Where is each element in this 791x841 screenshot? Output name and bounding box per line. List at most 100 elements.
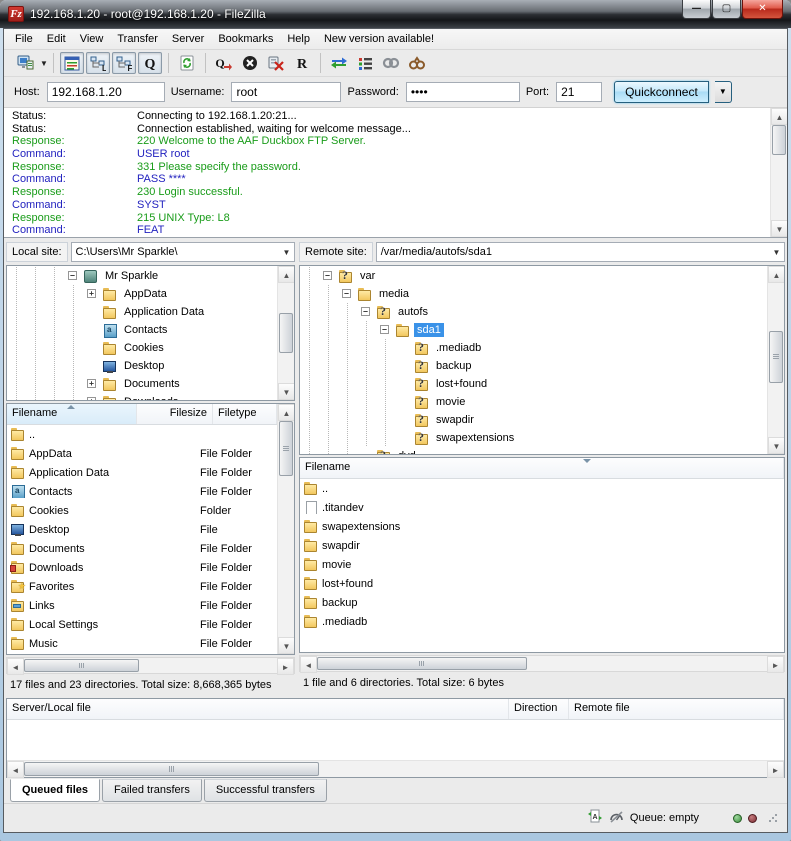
remote-tree-item-media[interactable]: −media (300, 285, 767, 303)
expander-plus-icon[interactable]: + (83, 393, 102, 400)
quickconnect-dropdown-button[interactable]: ▼ (715, 81, 732, 103)
synchronized-browsing-button[interactable] (379, 52, 403, 74)
menu-edit[interactable]: Edit (40, 30, 73, 48)
cancel-button[interactable] (238, 52, 262, 74)
local-tree-item-desktop[interactable]: Desktop (7, 357, 277, 375)
remote-tree-item-sda1[interactable]: −sda1 (300, 321, 767, 339)
local-tree-item-application-data[interactable]: Application Data (7, 303, 277, 321)
scroll-up-icon[interactable]: ▲ (278, 404, 295, 421)
local-file-row-downloads[interactable]: DownloadsFile Folder (7, 558, 277, 577)
column-direction[interactable]: Direction (509, 699, 569, 719)
quickconnect-button[interactable]: Quickconnect (614, 81, 709, 103)
scroll-right-icon[interactable]: ► (767, 656, 784, 673)
local-file-row-application-data[interactable]: Application DataFile Folder (7, 463, 277, 482)
local-file-row-[interactable]: .. (7, 425, 277, 444)
menu-file[interactable]: File (8, 30, 40, 48)
remote-file-row-backup[interactable]: backup (300, 593, 784, 612)
local-tree-item-appdata[interactable]: +AppData (7, 285, 277, 303)
menu-view[interactable]: View (73, 30, 111, 48)
local-file-row-links[interactable]: LinksFile Folder (7, 596, 277, 615)
local-file-row-appdata[interactable]: AppDataFile Folder (7, 444, 277, 463)
tab-queued-files[interactable]: Queued files (10, 779, 100, 802)
menu-bookmarks[interactable]: Bookmarks (211, 30, 280, 48)
remote-file-row-swapdir[interactable]: swapdir (300, 536, 784, 555)
local-tree-item-downloads[interactable]: +Downloads (7, 393, 277, 400)
toggle-message-log-button[interactable] (60, 52, 84, 74)
directory-comparison-button[interactable] (327, 52, 351, 74)
scroll-down-icon[interactable]: ▼ (278, 383, 295, 400)
filter-button[interactable] (353, 52, 377, 74)
host-input[interactable] (47, 82, 165, 102)
process-queue-button[interactable]: Q (212, 52, 236, 74)
remote-tree-item-autofs[interactable]: −?autofs (300, 303, 767, 321)
minimize-button[interactable]: — (682, 0, 711, 19)
column-server-local-file[interactable]: Server/Local file (7, 699, 509, 719)
local-tree-item-cookies[interactable]: Cookies (7, 339, 277, 357)
transfer-type-icon[interactable]: A (587, 809, 603, 827)
remote-site-combo[interactable]: /var/media/autofs/sda1 ▼ (376, 242, 785, 262)
column-filesize[interactable]: Filesize (137, 404, 213, 424)
disconnect-button[interactable] (264, 52, 288, 74)
remote-tree-item-mediadb[interactable]: ?.mediadb (300, 339, 767, 357)
remote-file-row-movie[interactable]: movie (300, 555, 784, 574)
resize-grip[interactable] (767, 812, 779, 824)
local-list-hscrollbar[interactable]: ◄ ► (6, 657, 295, 674)
site-manager-dropdown-icon[interactable]: ▼ (40, 59, 48, 68)
scroll-up-icon[interactable]: ▲ (771, 108, 788, 125)
local-file-row-music[interactable]: MusicFile Folder (7, 634, 277, 653)
expander-minus-icon[interactable]: − (376, 321, 395, 339)
refresh-button[interactable] (175, 52, 199, 74)
remote-file-row-swapextensions[interactable]: swapextensions (300, 517, 784, 536)
scroll-down-icon[interactable]: ▼ (771, 220, 788, 237)
local-file-row-desktop[interactable]: DesktopFile (7, 520, 277, 539)
remote-tree-item-swapdir[interactable]: ?swapdir (300, 411, 767, 429)
menu-new-version-available[interactable]: New version available! (317, 30, 441, 48)
local-list-scrollbar[interactable]: ▲ ▼ (277, 404, 294, 654)
expander-plus-icon[interactable]: + (83, 375, 102, 393)
username-input[interactable] (231, 82, 341, 102)
column-filename[interactable]: Filename (300, 458, 784, 478)
remote-tree-item-movie[interactable]: ?movie (300, 393, 767, 411)
scroll-down-icon[interactable]: ▼ (768, 437, 785, 454)
scroll-down-icon[interactable]: ▼ (278, 637, 295, 654)
scroll-up-icon[interactable]: ▲ (278, 266, 295, 283)
remote-file-row-[interactable]: .. (300, 479, 784, 498)
scroll-up-icon[interactable]: ▲ (768, 266, 785, 283)
local-tree-scrollbar[interactable]: ▲ ▼ (277, 266, 294, 400)
menu-server[interactable]: Server (165, 30, 211, 48)
maximize-button[interactable]: ▢ (712, 0, 741, 19)
remote-file-row-lost-found[interactable]: lost+found (300, 574, 784, 593)
expander-minus-icon[interactable]: − (357, 303, 376, 321)
chevron-down-icon[interactable]: ▼ (769, 248, 784, 257)
remote-tree-item-var[interactable]: −?var (300, 267, 767, 285)
expander-minus-icon[interactable]: − (64, 267, 83, 285)
toggle-local-tree-button[interactable]: L (86, 52, 110, 74)
toggle-remote-tree-button[interactable]: F (112, 52, 136, 74)
local-file-row-documents[interactable]: DocumentsFile Folder (7, 539, 277, 558)
remote-file-row-mediadb[interactable]: .mediadb (300, 612, 784, 631)
remote-tree-item-dvd[interactable]: ?dvd (300, 447, 767, 454)
expander-minus-icon[interactable]: − (319, 267, 338, 285)
queue-hscrollbar[interactable]: ◄ ► (7, 760, 784, 777)
menu-help[interactable]: Help (280, 30, 317, 48)
port-input[interactable] (556, 82, 602, 102)
expander-minus-icon[interactable]: − (338, 285, 357, 303)
tab-failed-transfers[interactable]: Failed transfers (102, 779, 202, 802)
remote-tree-scrollbar[interactable]: ▲ ▼ (767, 266, 784, 454)
scroll-left-icon[interactable]: ◄ (300, 656, 317, 673)
scroll-left-icon[interactable]: ◄ (7, 761, 24, 778)
column-filetype[interactable]: Filetype (213, 404, 277, 424)
remote-list-hscrollbar[interactable]: ◄ ► (299, 655, 785, 672)
local-tree-item-mr-sparkle[interactable]: −Mr Sparkle (7, 267, 277, 285)
local-tree-item-documents[interactable]: +Documents (7, 375, 277, 393)
tab-successful-transfers[interactable]: Successful transfers (204, 779, 327, 802)
remote-tree-item-lost-found[interactable]: ?lost+found (300, 375, 767, 393)
local-file-row-favorites[interactable]: ★FavoritesFile Folder (7, 577, 277, 596)
password-input[interactable] (406, 82, 520, 102)
speed-limits-icon[interactable] (609, 810, 624, 827)
local-tree-item-contacts[interactable]: Contacts (7, 321, 277, 339)
menu-transfer[interactable]: Transfer (110, 30, 165, 48)
scroll-right-icon[interactable]: ► (277, 658, 294, 675)
local-file-row-cookies[interactable]: CookiesFolder (7, 501, 277, 520)
close-button[interactable]: ✕ (742, 0, 783, 19)
